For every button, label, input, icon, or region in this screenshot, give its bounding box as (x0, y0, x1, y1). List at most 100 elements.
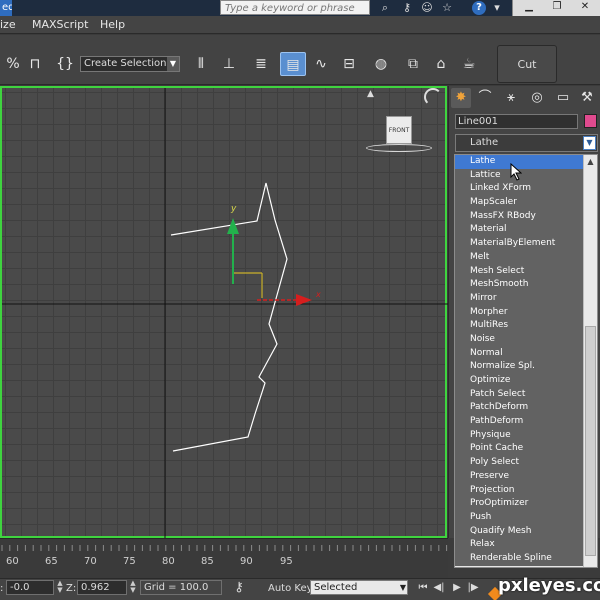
modifier-list-item[interactable]: Poly Select (455, 456, 584, 470)
track-label: 65 (45, 556, 58, 567)
modifier-list-item[interactable]: Material (455, 223, 584, 238)
schematic-view-icon[interactable]: ⊟ (336, 52, 362, 76)
modifier-list-item[interactable]: MaterialByElement (455, 237, 584, 251)
align-icon[interactable]: ⊥ (216, 52, 242, 76)
modifier-list-item[interactable]: Noise (455, 332, 584, 347)
max-window: ed Type a keyword or phrase ⌕ ⚷ ☺ ☆ ? ▾ … (0, 0, 600, 600)
scroll-up-icon[interactable]: ▲ (584, 155, 597, 168)
x-spinner-icon[interactable]: ▲ ▼ (56, 580, 64, 595)
modifier-list-item[interactable]: MassFX RBody (455, 209, 584, 224)
spinner-snap-icon[interactable]: ⊓ (22, 52, 48, 76)
modifier-list-item[interactable]: Projection (455, 483, 584, 498)
next-frame-icon[interactable]: |▶ (466, 580, 480, 595)
modifier-dropdown-list[interactable]: Lathe Lattice Linked XForm MapScaler MassFX … (454, 154, 598, 568)
object-name-field[interactable]: Line001 (455, 114, 578, 129)
motion-tab-icon[interactable]: ◎ (527, 88, 547, 108)
modifier-list-select[interactable]: Lathe ▼ (455, 134, 598, 152)
modifier-list-item[interactable]: Morpher (455, 305, 584, 320)
auto-key-button[interactable]: Auto Key (268, 583, 313, 594)
play-icon[interactable]: ▶ (450, 580, 464, 595)
viewport-canvas: y x (2, 88, 449, 540)
render-teapot-icon[interactable]: ☕ (456, 52, 482, 76)
menu-item-maxscript[interactable]: MAXScript (32, 18, 88, 31)
z-coord-label: Z: (66, 583, 77, 594)
create-tab-icon[interactable]: ✸ (451, 88, 471, 108)
utilities-tab-icon[interactable]: ⚒ (577, 88, 597, 108)
chevron-down-icon[interactable]: ▼ (583, 136, 596, 150)
track-label: 75 (123, 556, 136, 567)
edit-named-selection-icon[interactable]: {} (52, 52, 78, 76)
curve-editor-icon[interactable]: ∿ (308, 52, 334, 76)
modifier-list-item[interactable]: Point Cache (455, 442, 584, 457)
track-label: 90 (240, 556, 253, 567)
modifier-list-item[interactable]: Push (455, 510, 584, 525)
maximize-icon[interactable]: ❐ (543, 0, 571, 14)
mirror-icon[interactable]: ⫴ (188, 52, 214, 76)
cut-button[interactable]: Cut (497, 45, 557, 83)
z-coord-field[interactable]: 0.962 (77, 580, 127, 595)
rendered-frame-icon[interactable]: ⌂ (428, 52, 454, 76)
modifier-list-item[interactable]: Normalize Spl. (455, 360, 584, 374)
close-icon[interactable]: ✕ (571, 0, 599, 14)
list-scrollbar[interactable]: ▲ (583, 155, 597, 567)
render-setup-icon[interactable]: ⧉ (400, 52, 426, 76)
layer-manager-icon[interactable]: ≣ (248, 52, 274, 76)
modifier-list-item[interactable]: Quadify Mesh (455, 524, 584, 539)
named-selection-set-label: Create Selection Se (84, 58, 180, 69)
modifier-list-item[interactable]: Renderable Spline (455, 551, 584, 566)
modifier-list-item[interactable]: Normal (455, 346, 584, 361)
key-icon[interactable]: ⚷ (400, 1, 414, 15)
search-input[interactable]: Type a keyword or phrase (220, 0, 370, 15)
menu-item-help[interactable]: Help (100, 18, 125, 31)
menu-item-customize[interactable]: ize (0, 18, 16, 31)
track-label: 60 (6, 556, 19, 567)
chevron-down-icon[interactable]: ▾ (490, 1, 504, 15)
chevron-down-icon[interactable]: ▼ (400, 581, 406, 594)
modifier-list-item[interactable]: PatchDeform (455, 401, 584, 416)
front-viewport[interactable]: y x (0, 86, 449, 540)
scroll-thumb[interactable] (585, 326, 596, 556)
modifier-list-item[interactable]: MapScaler (455, 196, 584, 210)
spline-line001[interactable] (170, 182, 288, 452)
binoculars-icon[interactable]: ⌕ (378, 1, 392, 15)
modifier-list-item[interactable]: Patch Select (455, 387, 584, 402)
modifier-list-item[interactable]: MeshSmooth (455, 278, 584, 292)
set-key-icon[interactable]: ⚷ (232, 580, 246, 595)
previous-frame-icon[interactable]: ◀| (432, 580, 446, 595)
object-color-swatch[interactable] (584, 114, 597, 128)
viewcube-compass[interactable] (366, 144, 432, 152)
modify-tab-icon[interactable]: ⌒ (475, 88, 495, 108)
minimize-icon[interactable]: ▁ (515, 0, 543, 14)
modifier-list-item[interactable]: Mesh Select (455, 264, 584, 279)
modifier-list-item[interactable]: ProOptimizer (455, 497, 584, 511)
modifier-list-item[interactable]: Linked XForm (455, 182, 584, 197)
home-icon[interactable]: ▲ (367, 89, 374, 99)
hierarchy-tab-icon[interactable]: ⚹ (501, 88, 521, 108)
go-to-start-icon[interactable]: ⏮ (416, 580, 430, 595)
modifier-list-item[interactable]: Optimize (455, 374, 584, 388)
key-filter-select[interactable]: Selected ▼ (310, 580, 408, 595)
help-icon[interactable]: ? (472, 1, 486, 15)
modifier-list-item[interactable]: Melt (455, 250, 584, 265)
watermark: pxleyes.com (498, 575, 600, 596)
material-editor-icon[interactable]: ◍ (368, 52, 394, 76)
viewcube[interactable]: FRONT (386, 116, 412, 144)
x-coord-field[interactable]: -0.0 (6, 580, 54, 595)
z-spinner-icon[interactable]: ▲ ▼ (129, 580, 137, 595)
person-icon[interactable]: ☺ (420, 1, 434, 15)
orbit-icon[interactable] (424, 88, 442, 106)
star-icon[interactable]: ☆ (440, 1, 454, 15)
modifier-list-item[interactable]: MultiRes (455, 319, 584, 333)
modifier-list-item[interactable]: Preserve (455, 469, 584, 484)
title-bar: ed Type a keyword or phrase ⌕ ⚷ ☺ ☆ ? ▾ … (0, 0, 600, 16)
display-tab-icon[interactable]: ▭ (553, 88, 573, 108)
track-bar[interactable] (0, 538, 448, 578)
modifier-list-item[interactable]: Mirror (455, 291, 584, 306)
modifier-list-item[interactable]: Relax (455, 538, 584, 552)
scene-explorer-icon[interactable]: ▤ (280, 52, 306, 76)
modifier-list-item[interactable]: Physique (455, 428, 584, 443)
chevron-down-icon[interactable]: ▼ (167, 57, 179, 71)
main-toolbar: % ⊓ {} Create Selection Se ▼ ⫴ ⊥ ≣ ▤ ∿ ⊟… (0, 35, 600, 85)
named-selection-set-field[interactable]: Create Selection Se ▼ (80, 56, 180, 72)
modifier-list-item[interactable]: PathDeform (455, 415, 584, 429)
